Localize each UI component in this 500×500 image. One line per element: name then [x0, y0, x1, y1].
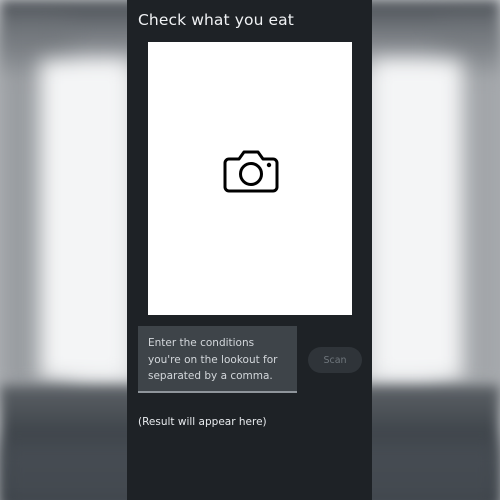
conditions-input[interactable] [138, 326, 297, 393]
result-text: (Result will appear here) [138, 416, 267, 428]
page-title: Check what you eat [138, 11, 294, 29]
app-screen: Check what you eat Scan (Result will app… [127, 0, 372, 500]
scan-button[interactable]: Scan [308, 347, 362, 373]
camera-preview[interactable] [148, 42, 352, 315]
camera-icon [223, 150, 279, 193]
